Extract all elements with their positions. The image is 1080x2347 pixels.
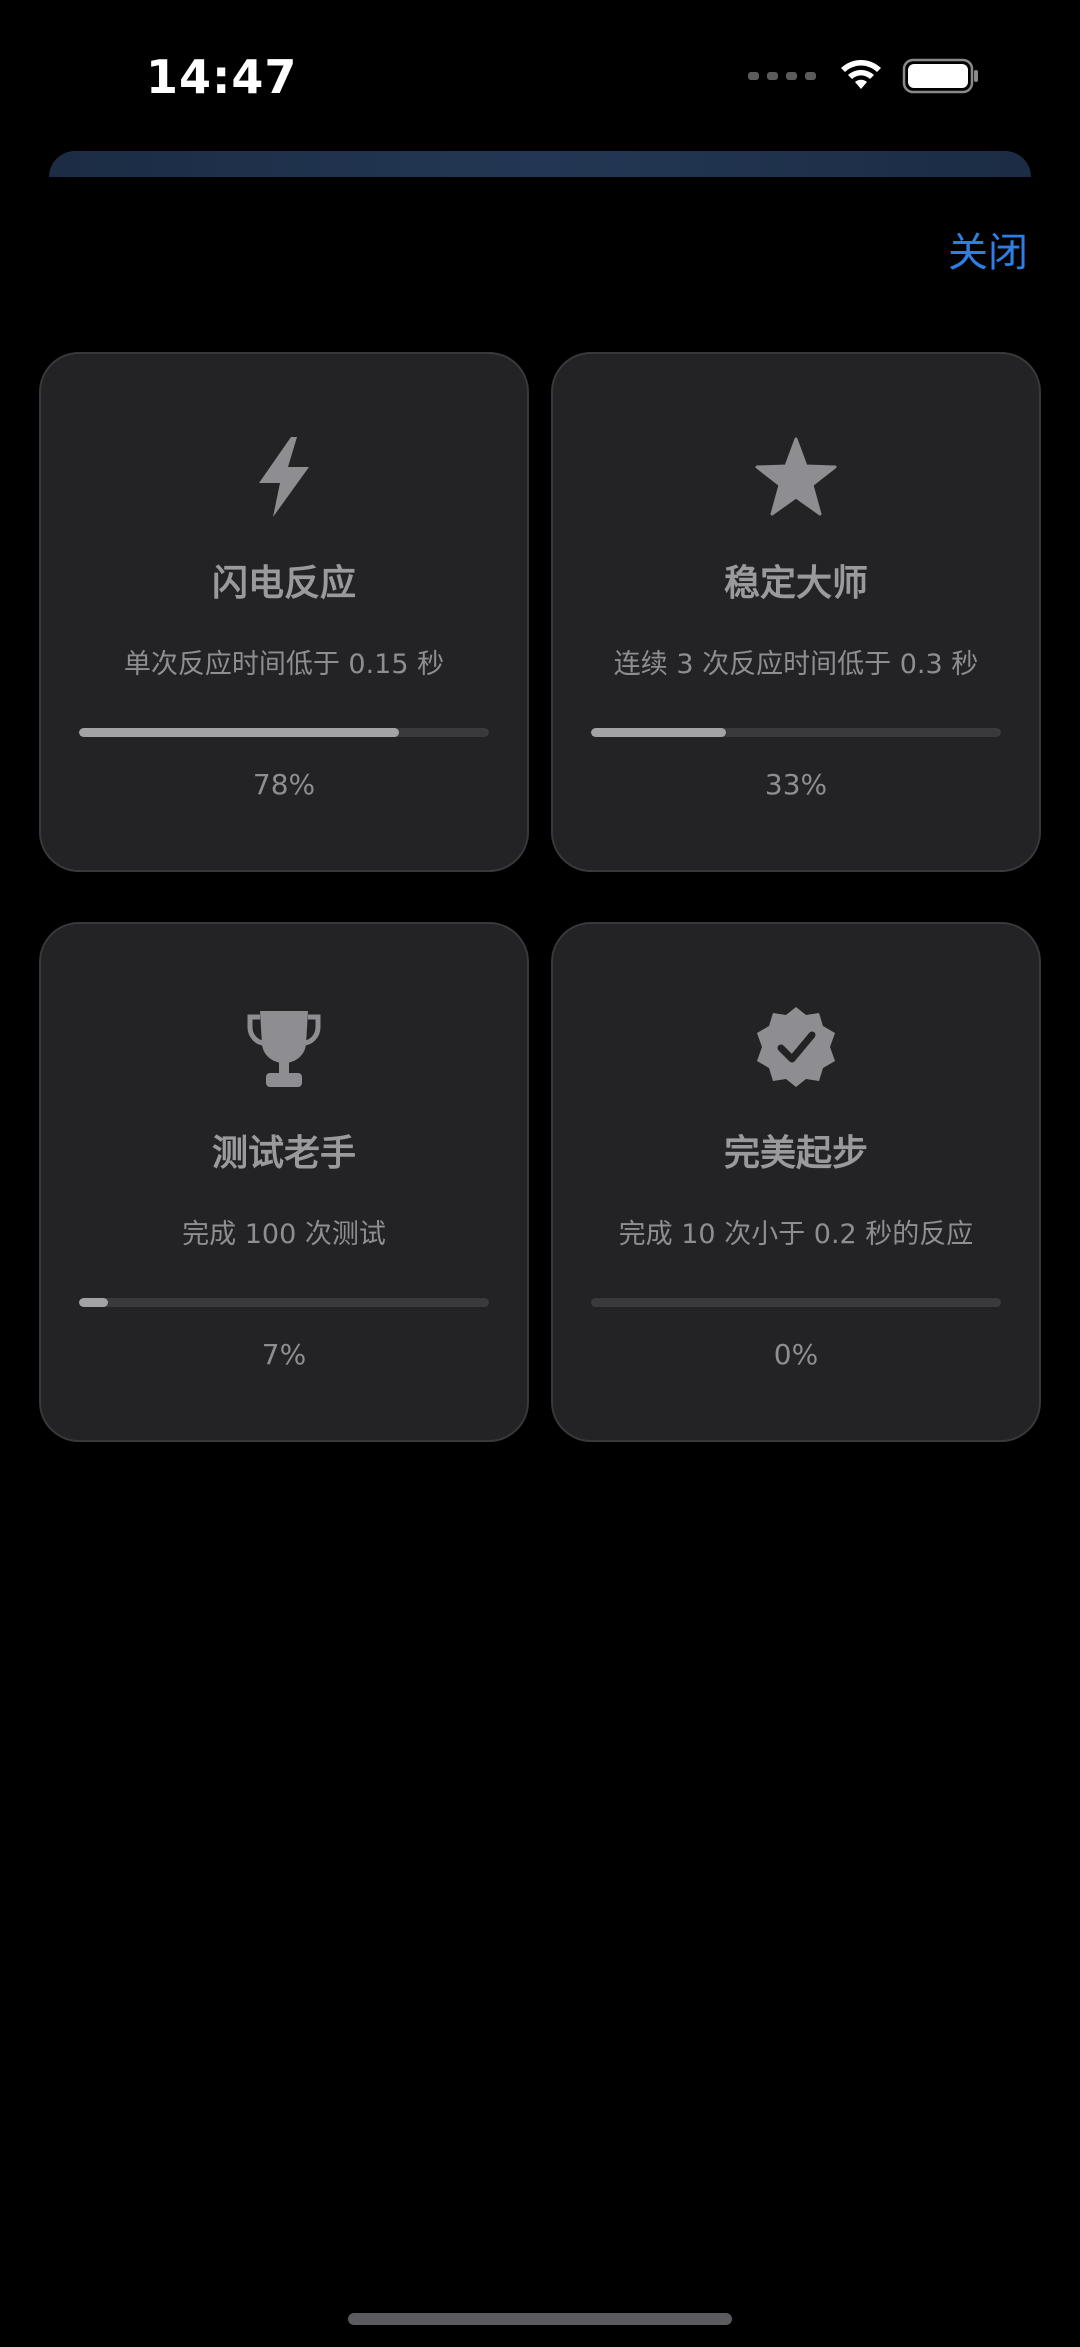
progress-fill [79, 728, 399, 737]
progress-bar [79, 1298, 489, 1307]
status-time: 14:47 [146, 50, 298, 104]
achievement-description: 连续 3 次反应时间低于 0.3 秒 [613, 649, 979, 680]
achievement-card[interactable]: 闪电反应 单次反应时间低于 0.15 秒 78% [39, 352, 529, 872]
achievement-description: 完成 100 次测试 [182, 1219, 386, 1250]
checkmark-seal-icon [751, 1002, 841, 1092]
achievements-grid: 闪电反应 单次反应时间低于 0.15 秒 78% 稳定大师 连续 3 次反应时间… [39, 352, 1041, 1442]
achievement-card[interactable]: 测试老手 完成 100 次测试 7% [39, 922, 529, 1442]
progress-percent: 33% [764, 768, 828, 801]
home-indicator[interactable] [348, 2313, 732, 2325]
sheet-top-edge [49, 151, 1031, 177]
wifi-icon [841, 60, 881, 89]
progress-percent: 7% [261, 1338, 307, 1371]
progress-bar [591, 1298, 1001, 1307]
achievement-description: 单次反应时间低于 0.15 秒 [123, 649, 445, 680]
achievement-description: 完成 10 次小于 0.2 秒的反应 [618, 1219, 974, 1250]
progress-percent: 78% [252, 768, 316, 801]
progress-fill [591, 728, 727, 737]
progress-fill [79, 1298, 108, 1307]
close-button[interactable]: 关闭 [948, 220, 1028, 278]
achievement-title: 测试老手 [211, 1133, 356, 1174]
achievement-card[interactable]: 完美起步 完成 10 次小于 0.2 秒的反应 0% [551, 922, 1041, 1442]
battery-icon [902, 58, 978, 94]
achievement-card[interactable]: 稳定大师 连续 3 次反应时间低于 0.3 秒 33% [551, 352, 1041, 872]
trophy-icon [239, 1002, 329, 1092]
status-indicators [748, 58, 980, 94]
achievement-title: 完美起步 [723, 1133, 868, 1174]
status-bar: 14:47 [0, 0, 1080, 150]
achievement-title: 闪电反应 [211, 563, 356, 604]
star-icon [751, 432, 841, 522]
progress-percent: 0% [773, 1338, 819, 1371]
lightning-bolt-icon [239, 432, 329, 522]
cellular-signal-icon [748, 72, 816, 80]
progress-bar [79, 728, 489, 737]
achievement-title: 稳定大师 [723, 563, 868, 604]
progress-bar [591, 728, 1001, 737]
